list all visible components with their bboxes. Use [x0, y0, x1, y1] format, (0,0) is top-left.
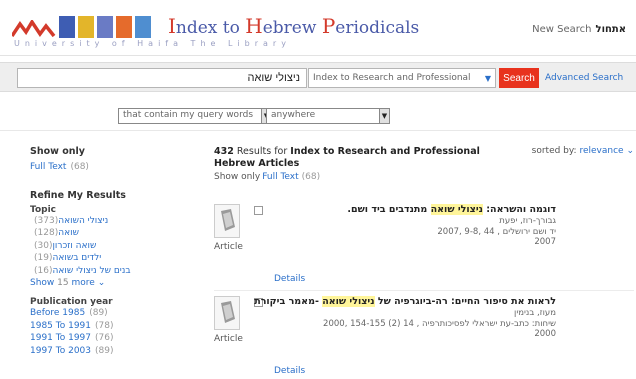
topic-facet-item[interactable]: ניצולי השואה(373) [30, 215, 180, 228]
new-search-label[interactable]: New Search [532, 24, 591, 35]
show-more-topics[interactable]: Show 15 more ⌄ [30, 277, 180, 289]
field-select[interactable]: anywhere ▼ [266, 108, 390, 124]
new-search-hebrew[interactable]: אתחול [596, 24, 626, 35]
chevron-down-icon: ⌄ [97, 278, 106, 288]
chevron-down-icon: ▼ [484, 74, 491, 83]
advanced-search-link[interactable]: Advanced Search [545, 73, 623, 83]
year-facet-item[interactable]: 1991 To 1997 (76) [30, 332, 180, 345]
topic-facet-item[interactable]: בנים של ניצולי שואה(16) [30, 265, 180, 278]
show-only-heading: Show only [30, 146, 85, 157]
record-year: 2007 [534, 237, 556, 247]
record-body: לראות את סיפור החיים: רה-ביוגרפיה של ניצ… [254, 296, 556, 340]
details-link[interactable]: Details [274, 274, 305, 284]
dropdown-arrow-icon: ▼ [379, 109, 389, 123]
match-mode-select[interactable]: that contain my query words ▼ [118, 108, 272, 124]
record-type: Article [214, 334, 243, 344]
record-title[interactable]: דוגמה והשראה: ניצולי שואה מתנדבים ביד וש… [266, 204, 556, 216]
record-body: דוגמה והשראה: ניצולי שואה מתנדבים ביד וש… [266, 204, 556, 248]
full-text-filter[interactable]: Full Text [262, 172, 298, 182]
record-source: יד ושם ירושלים , 44 ,9-8 ,2007 [437, 226, 556, 237]
year-facet-item[interactable]: 1985 To 1991 (78) [30, 320, 180, 333]
topic-heading: Topic [30, 204, 56, 215]
result-record: Article דוגמה והשראה: ניצולי שואה מתנדבי… [214, 204, 634, 286]
scope-value: Index to Research and Professional [313, 73, 471, 83]
record-source: שיחות: כתב-עת ישראלי לפסיכותרפיה , 14 (2… [323, 318, 556, 329]
year-facet-item[interactable]: 1997 To 2003 (89) [30, 345, 180, 358]
record-author: מעוז, בנימין [514, 308, 556, 318]
facet-sidebar: Show only Full Text (68) Refine My Result… [30, 146, 180, 357]
header: University of Haifa The Library Index to… [0, 0, 636, 56]
chevron-down-icon: ⌄ [626, 146, 634, 156]
scope-select[interactable]: Index to Research and Professional ▼ [308, 68, 496, 88]
logo-block [116, 16, 132, 38]
results-pane: 432 Results for Index to Research and Pr… [214, 146, 634, 376]
sort-control[interactable]: sorted by: relevance ⌄ [532, 146, 634, 156]
results-summary: 432 Results for Index to Research and Pr… [214, 146, 480, 169]
record-type: Article [214, 242, 243, 252]
logo-block [59, 16, 75, 38]
record-divider [214, 290, 634, 291]
refine-heading: Refine My Results [30, 189, 126, 201]
record-year: 2000 [534, 329, 556, 339]
site-title: Index to Hebrew Periodicals [168, 14, 420, 38]
results-show-only: Show only Full Text (68) [214, 172, 321, 182]
search-bar: Index to Research and Professional ▼ Sea… [0, 62, 636, 92]
logo-subtitle: University of Haifa The Library [14, 39, 291, 48]
topic-facet-item[interactable]: שואה(128) [30, 227, 180, 240]
topic-facet-item[interactable]: שואה וזכרון(30) [30, 240, 180, 253]
new-search-link[interactable]: New Search אתחול [532, 24, 626, 35]
full-text-filter[interactable]: Full Text (68) [30, 161, 180, 174]
search-button[interactable]: Search [499, 68, 539, 88]
logo-block [78, 16, 94, 38]
article-icon [214, 204, 240, 238]
article-icon [214, 296, 240, 330]
record-author: גבורך-רוז, יפעת [499, 216, 556, 226]
record-checkbox[interactable] [254, 206, 263, 215]
pubyear-heading: Publication year [30, 297, 113, 307]
logo-block [97, 16, 113, 38]
record-title[interactable]: לראות את סיפור החיים: רה-ביוגרפיה של ניצ… [254, 296, 556, 308]
details-link[interactable]: Details [274, 366, 305, 376]
logo-wave-icon [12, 20, 56, 38]
logo-block [135, 16, 151, 38]
search-input[interactable] [17, 68, 307, 88]
divider [0, 130, 636, 131]
year-facet-item[interactable]: Before 1985 (89) [30, 307, 180, 320]
topic-facet-item[interactable]: ילדים בשואה(19) [30, 252, 180, 265]
query-filter-row: that contain my query words ▼ anywhere ▼ [0, 104, 636, 126]
result-record: Article לראות את סיפור החיים: רה-ביוגרפי… [214, 296, 634, 378]
university-logo[interactable] [12, 16, 162, 38]
